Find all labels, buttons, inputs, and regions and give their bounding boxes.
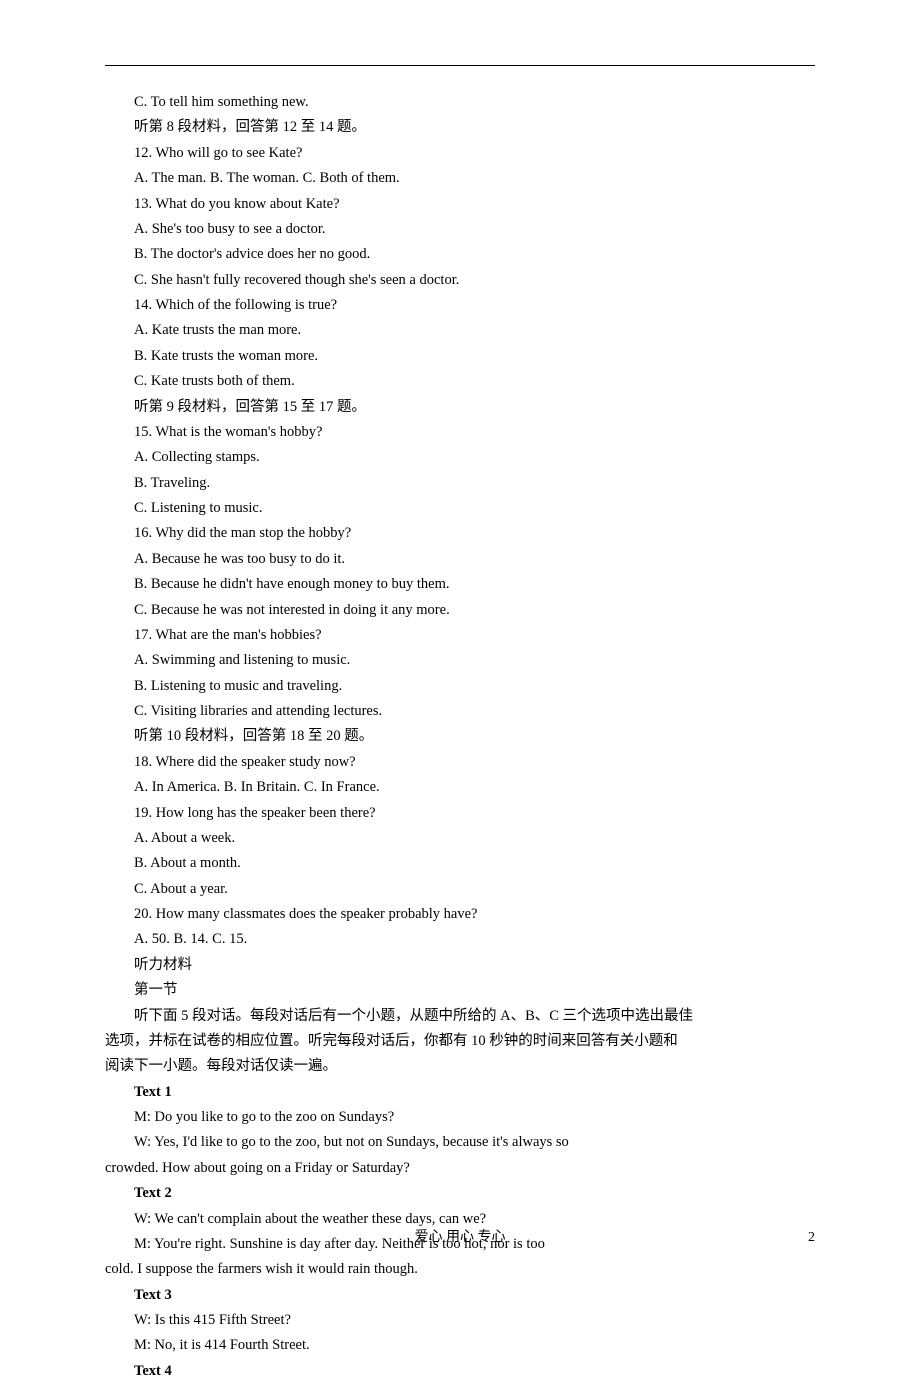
page-footer: 爱心 用心 专心 2 bbox=[0, 1226, 920, 1251]
text-line: M: No, it is 414 Fourth Street. bbox=[105, 1333, 815, 1358]
text-line: Text 2 bbox=[105, 1181, 815, 1206]
text-line: 听第 9 段材料，回答第 15 至 17 题。 bbox=[105, 395, 815, 420]
text-line: C. About a year. bbox=[105, 877, 815, 902]
text-line: 13. What do you know about Kate? bbox=[105, 192, 815, 217]
text-line: A. Swimming and listening to music. bbox=[105, 648, 815, 673]
text-line: B. The doctor's advice does her no good. bbox=[105, 242, 815, 267]
footer-motto: 爱心 用心 专心 bbox=[415, 1230, 506, 1245]
text-line: B. Kate trusts the woman more. bbox=[105, 344, 815, 369]
top-divider bbox=[105, 65, 815, 66]
text-line: 16. Why did the man stop the hobby? bbox=[105, 521, 815, 546]
text-line: B. Traveling. bbox=[105, 471, 815, 496]
text-line: 选项，并标在试卷的相应位置。听完每段对话后，你都有 10 秒钟的时间来回答有关小… bbox=[105, 1029, 815, 1054]
text-line: W: Yes, I'd like to go to the zoo, but n… bbox=[105, 1130, 815, 1155]
text-line: M: Do you like to go to the zoo on Sunda… bbox=[105, 1105, 815, 1130]
text-line: 14. Which of the following is true? bbox=[105, 293, 815, 318]
text-line: A. Kate trusts the man more. bbox=[105, 318, 815, 343]
text-line: A. In America. B. In Britain. C. In Fran… bbox=[105, 775, 815, 800]
text-line: cold. I suppose the farmers wish it woul… bbox=[105, 1257, 815, 1282]
text-line: 第一节 bbox=[105, 978, 815, 1003]
text-line: W: Is this 415 Fifth Street? bbox=[105, 1308, 815, 1333]
text-line: 听力材料 bbox=[105, 953, 815, 978]
text-line: Text 4 bbox=[105, 1359, 815, 1384]
text-line: C. Listening to music. bbox=[105, 496, 815, 521]
text-line: 听下面 5 段对话。每段对话后有一个小题，从题中所给的 A、B、C 三个选项中选… bbox=[105, 1004, 815, 1029]
text-line: 阅读下一小题。每段对话仅读一遍。 bbox=[105, 1054, 815, 1079]
text-line: 20. How many classmates does the speaker… bbox=[105, 902, 815, 927]
text-line: A. 50. B. 14. C. 15. bbox=[105, 927, 815, 952]
text-line: 15. What is the woman's hobby? bbox=[105, 420, 815, 445]
text-line: 听第 8 段材料，回答第 12 至 14 题。 bbox=[105, 115, 815, 140]
text-line: A. Because he was too busy to do it. bbox=[105, 547, 815, 572]
text-line: Text 3 bbox=[105, 1283, 815, 1308]
text-line: Text 1 bbox=[105, 1080, 815, 1105]
text-line: B. Listening to music and traveling. bbox=[105, 674, 815, 699]
text-line: A. She's too busy to see a doctor. bbox=[105, 217, 815, 242]
text-line: A. Collecting stamps. bbox=[105, 445, 815, 470]
text-line: 18. Where did the speaker study now? bbox=[105, 750, 815, 775]
text-line: C. Kate trusts both of them. bbox=[105, 369, 815, 394]
text-line: 听第 10 段材料，回答第 18 至 20 题。 bbox=[105, 724, 815, 749]
text-line: C. She hasn't fully recovered though she… bbox=[105, 268, 815, 293]
text-line: C. Because he was not interested in doin… bbox=[105, 598, 815, 623]
text-line: B. About a month. bbox=[105, 851, 815, 876]
document-page: C. To tell him something new.听第 8 段材料，回答… bbox=[0, 0, 920, 1302]
document-body: C. To tell him something new.听第 8 段材料，回答… bbox=[105, 90, 815, 1384]
text-line: C. To tell him something new. bbox=[105, 90, 815, 115]
text-line: A. The man. B. The woman. C. Both of the… bbox=[105, 166, 815, 191]
text-line: crowded. How about going on a Friday or … bbox=[105, 1156, 815, 1181]
text-line: B. Because he didn't have enough money t… bbox=[105, 572, 815, 597]
page-number: 2 bbox=[808, 1226, 815, 1251]
text-line: C. Visiting libraries and attending lect… bbox=[105, 699, 815, 724]
text-line: 12. Who will go to see Kate? bbox=[105, 141, 815, 166]
text-line: 17. What are the man's hobbies? bbox=[105, 623, 815, 648]
text-line: 19. How long has the speaker been there? bbox=[105, 801, 815, 826]
text-line: A. About a week. bbox=[105, 826, 815, 851]
